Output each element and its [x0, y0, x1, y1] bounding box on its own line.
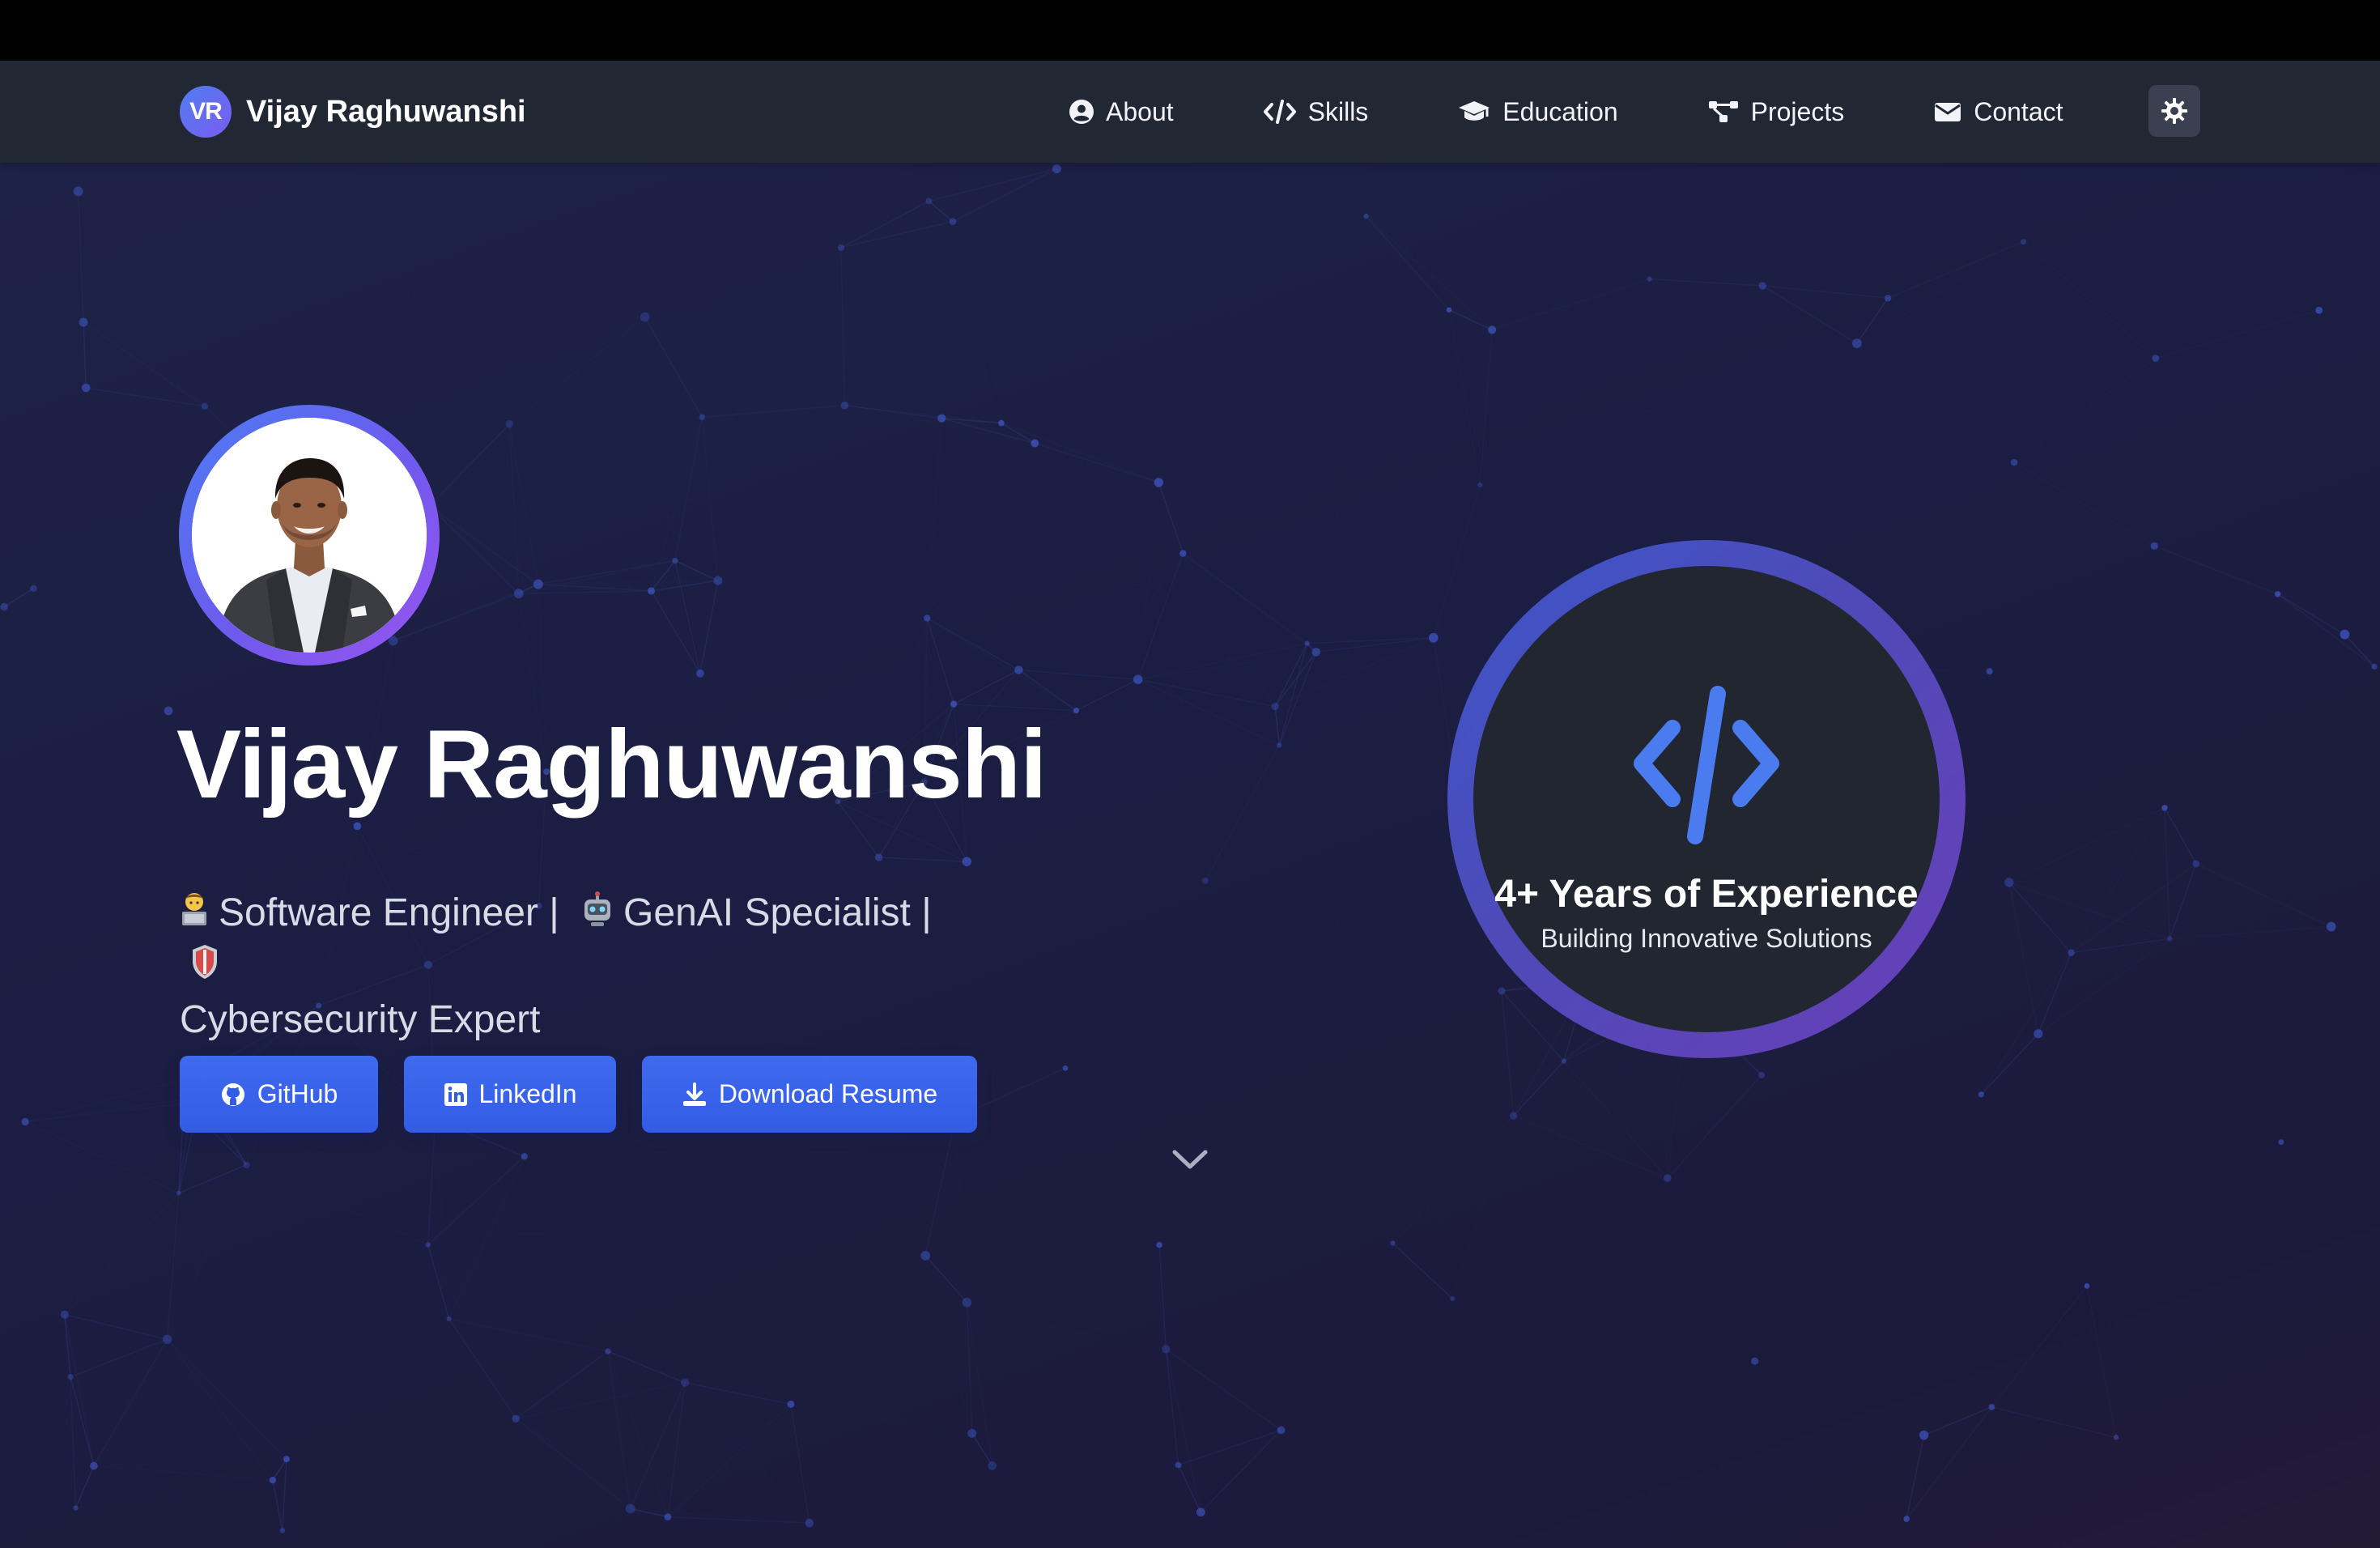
technologist-emoji-icon	[182, 893, 206, 925]
nav-item-contact[interactable]: Contact	[1933, 97, 2063, 127]
nav-label-skills: Skills	[1307, 96, 1369, 126]
hero-buttons: GitHub LinkedIn Download Resume	[180, 1056, 977, 1133]
sun-gear-icon	[2161, 98, 2187, 124]
nav-label-education: Education	[1502, 96, 1618, 126]
linkedin-button[interactable]: LinkedIn	[404, 1056, 616, 1133]
experience-subtitle: Building Innovative Solutions	[1541, 924, 1872, 953]
role-genai-specialist: GenAI Specialist |	[623, 891, 932, 934]
user-circle-icon	[1069, 100, 1094, 124]
nav-item-education[interactable]: Education	[1457, 96, 1618, 127]
role-software-engineer: Software Engineer |	[219, 891, 559, 934]
github-icon	[221, 1082, 244, 1106]
shield-emoji-icon	[193, 945, 217, 979]
nav-links: About Skills Education Projects Contact	[1069, 61, 2063, 163]
code-icon	[1634, 686, 1779, 844]
brand-logo: VR	[180, 86, 232, 138]
nav-item-projects[interactable]: Projects	[1707, 96, 1845, 127]
project-diagram-icon	[1708, 101, 1738, 122]
graduation-cap-icon	[1459, 101, 1490, 121]
experience-title: 4+ Years of Experience	[1494, 873, 1919, 916]
nav-item-skills[interactable]: Skills	[1263, 96, 1369, 127]
download-resume-button-label: Download Resume	[718, 1079, 938, 1108]
profile-photo-frame	[179, 405, 440, 666]
brand-name: Vijay Raghuwanshi	[246, 94, 526, 129]
nav-label-contact: Contact	[1974, 96, 2063, 126]
envelope-icon	[1935, 103, 1961, 121]
hero-tagline: Software Engineer | GenAI Specialist | C…	[180, 887, 973, 1047]
nav-item-about[interactable]: About	[1069, 97, 1174, 127]
hero-page: VR Vijay Raghuwanshi About Skills Educat…	[0, 61, 2380, 1548]
role-cybersecurity-expert: Cybersecurity Expert	[180, 998, 541, 1041]
github-button[interactable]: GitHub	[180, 1056, 378, 1133]
experience-badge-inner: 4+ Years of Experience Building Innovati…	[1473, 566, 1940, 1032]
nav-label-projects: Projects	[1750, 96, 1845, 126]
person-portrait-image	[192, 418, 427, 653]
download-icon	[682, 1082, 706, 1106]
github-button-label: GitHub	[257, 1079, 338, 1108]
brand[interactable]: VR Vijay Raghuwanshi	[180, 86, 526, 138]
navbar: VR Vijay Raghuwanshi About Skills Educat…	[0, 61, 2380, 163]
theme-toggle-button[interactable]	[2148, 85, 2200, 137]
profile-photo	[192, 418, 427, 653]
nav-label-about: About	[1106, 96, 1174, 126]
browser-top-bar	[0, 0, 2380, 61]
scroll-down-button[interactable]	[1171, 1147, 1209, 1176]
hero-name: Vijay Raghuwanshi	[176, 710, 1047, 819]
robot-emoji-icon	[584, 891, 611, 926]
linkedin-button-label: LinkedIn	[478, 1079, 577, 1108]
chevron-down-icon	[1172, 1150, 1208, 1169]
linkedin-icon	[444, 1082, 467, 1106]
code-icon	[1263, 100, 1296, 124]
experience-badge: 4+ Years of Experience Building Innovati…	[1447, 540, 1966, 1058]
download-resume-button[interactable]: Download Resume	[642, 1056, 977, 1133]
